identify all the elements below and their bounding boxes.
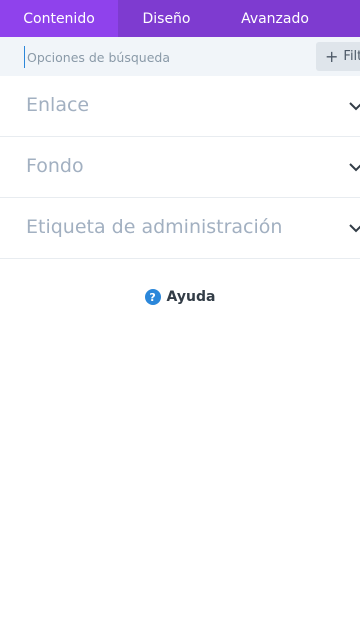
tab-bar: Contenido Diseño Avanzado (0, 0, 360, 37)
chevron-down-icon (349, 102, 360, 111)
tab-contenido[interactable]: Contenido (0, 0, 118, 37)
help-link[interactable]: ? Ayuda (0, 289, 360, 305)
group-title: Etiqueta de administración (26, 216, 283, 238)
group-enlace[interactable]: Enlace (0, 76, 360, 137)
plus-icon: + (325, 47, 339, 66)
search-bar: + Filtro (0, 37, 360, 76)
question-circle-icon: ? (144, 289, 161, 305)
filter-button[interactable]: + Filtro (316, 42, 360, 71)
group-title: Enlace (26, 94, 90, 116)
chevron-down-icon (349, 163, 360, 172)
tab-diseno[interactable]: Diseño (118, 0, 215, 37)
group-fondo[interactable]: Fondo (0, 137, 360, 198)
filter-button-label: Filtro (343, 49, 360, 64)
help-label: Ayuda (166, 289, 216, 305)
chevron-down-icon (349, 224, 360, 233)
group-etiqueta-administracion[interactable]: Etiqueta de administración (0, 198, 360, 259)
group-title: Fondo (26, 155, 84, 177)
tab-avanzado[interactable]: Avanzado (215, 0, 335, 37)
search-input[interactable] (24, 46, 304, 68)
